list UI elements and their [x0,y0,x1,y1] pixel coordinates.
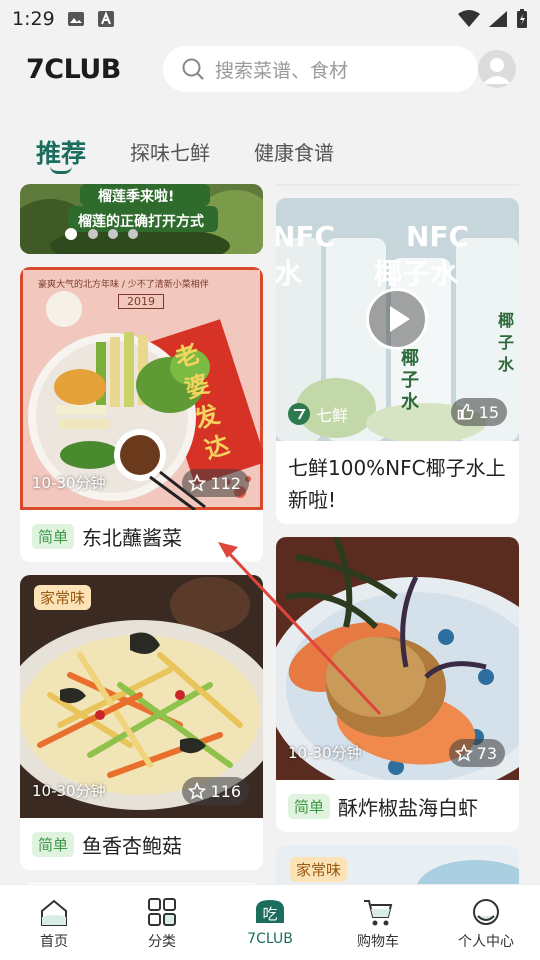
flavor-tag: 家常味 [34,585,92,610]
category-tabs: 推荐 探味七鲜 健康食谱 [0,122,540,178]
like-count[interactable]: 73 [448,739,505,767]
active-tab-indicator [50,166,72,174]
tab-explore-label: 探味七鲜 [130,141,211,165]
tab-recommend-label: 推荐 [36,139,87,168]
image-notification-icon [67,12,84,26]
recipe-title: 鱼香杏鲍菇 [82,834,183,858]
bottom-nav: 首页 分类 吃 7CLUB 购物车 个人中心 [0,884,540,960]
difficulty-tag: 简单 [32,832,75,857]
like-count[interactable]: 116 [182,777,249,805]
like-count[interactable]: 112 [182,469,249,497]
nav-category[interactable]: 分类 [108,885,216,960]
nav-profile[interactable]: 个人中心 [432,885,540,960]
thumb-text-right: NFC [406,220,470,253]
video-title: 七鲜100%NFC椰子水上新啦! [288,456,506,512]
banner-line2: 榴莲的正确打开方式 [78,214,204,230]
like-count-value: 112 [210,473,241,493]
status-bar: 1:29 [0,0,540,38]
recipe-image: 10-30分钟 73 [276,537,519,780]
thumbs-up-icon [457,403,474,420]
tab-healthy-recipes[interactable]: 健康食谱 [254,122,334,166]
nav-7club[interactable]: 吃 7CLUB [216,885,324,960]
nav-cart[interactable]: 购物车 [324,885,432,960]
duration-label: 10-30分钟 [288,744,362,762]
like-count-value: 116 [210,781,241,801]
play-icon [390,306,410,332]
cart-icon [364,900,393,926]
durian-banner[interactable]: 榴莲季来啦! 榴莲的正确打开方式 [20,184,263,254]
recipe-feed[interactable]: 榴莲季来啦! 榴莲的正确打开方式 豪爽大气的北方年味 / 少不了清新小菜相伴 2… [0,184,540,884]
tab-healthy-label: 健康食谱 [254,141,335,165]
poster-top-text: 豪爽大气的北方年味 / 少不了清新小菜相伴 [38,280,209,290]
battery-icon [517,9,527,28]
bottle-label: 椰子水 [401,348,419,413]
avatar-icon [483,58,512,84]
nav-home[interactable]: 首页 [0,885,108,960]
brand-name: 七鲜 [316,406,349,425]
tab-explore-7fresh[interactable]: 探味七鲜 [130,122,210,166]
bottle-label-right: 椰子水 [498,311,515,374]
video-card-coconut[interactable]: NFC 水 NFC 椰子水 椰子水 椰子水 七鲜 15 七鲜100%NFC椰子水… [276,198,519,524]
brand-logo-icon [288,403,310,425]
recipe-card-northeast[interactable]: 豪爽大气的北方年味 / 少不了清新小菜相伴 2019 老婆发达 10-30分钟 … [20,267,263,562]
nav-cart-label: 购物车 [357,934,399,950]
duration-label: 10-30分钟 [32,782,106,800]
star-icon [188,782,207,800]
video-thumbnail: NFC 水 NFC 椰子水 椰子水 椰子水 七鲜 15 [276,198,519,441]
play-button[interactable] [366,288,428,350]
eat-icon: 吃 [256,900,284,923]
signal-icon [489,11,507,27]
recipe-card-shrimp[interactable]: 10-30分钟 73 简单 酥炸椒盐海白虾 [276,537,519,832]
search-placeholder: 搜索菜谱、食材 [215,59,349,82]
recipe-image: 豪爽大气的北方年味 / 少不了清新小菜相伴 2019 老婆发达 10-30分钟 … [20,267,263,510]
tab-recommend[interactable]: 推荐 [36,122,87,174]
banner-line1: 榴莲季来啦! [98,189,175,205]
difficulty-tag: 简单 [288,794,331,819]
home-icon [41,899,67,926]
recipe-title: 酥炸椒盐海白虾 [338,796,479,820]
category-icon [148,898,176,926]
star-icon [454,744,473,762]
star-icon [188,474,207,492]
nav-profile-label: 个人中心 [458,934,514,950]
difficulty-tag: 简单 [32,524,75,549]
recipe-title-row: 简单 鱼香杏鲍菇 [32,830,182,859]
recipe-title-row: 简单 酥炸椒盐海白虾 [288,792,478,821]
a-notification-icon [97,11,114,27]
search-bar[interactable]: 搜索菜谱、食材 [163,46,479,92]
thumb-text-left2: 水 [276,257,303,290]
like-count-value: 73 [476,743,497,763]
thumb-text-left: NFC [276,220,336,253]
like-count-value: 15 [478,402,499,422]
nav-7club-label: 7CLUB [247,931,293,947]
app-header: 7CLUB 搜索菜谱、食材 [0,38,540,100]
profile-icon [473,899,499,925]
eat-icon-glyph: 吃 [262,905,277,923]
wifi-icon [458,10,480,27]
brand-chip: 七鲜 [288,402,348,426]
duration-label: 10-30分钟 [32,474,106,492]
like-count[interactable]: 15 [450,398,507,426]
recipe-card-yuxiang[interactable]: 家常味 10-30分钟 116 简单 鱼香杏鲍菇 [20,575,263,870]
flavor-tag: 家常味 [290,857,348,882]
recipe-title-row: 简单 东北蘸酱菜 [32,522,182,551]
nav-category-label: 分类 [148,934,176,950]
app-logo: 7CLUB [26,53,121,85]
recipe-image: 家常味 10-30分钟 116 [20,575,263,818]
nav-home-label: 首页 [40,934,68,950]
thumb-text-right2: 椰子水 [374,257,459,290]
status-time: 1:29 [12,8,55,30]
avatar[interactable] [478,50,516,88]
column-top-edge [277,184,519,186]
search-icon [182,58,204,80]
poster-year: 2019 [118,294,164,309]
recipe-title: 东北蘸酱菜 [82,526,183,550]
recipe-card-partial-right[interactable]: 家常味 [276,845,519,884]
